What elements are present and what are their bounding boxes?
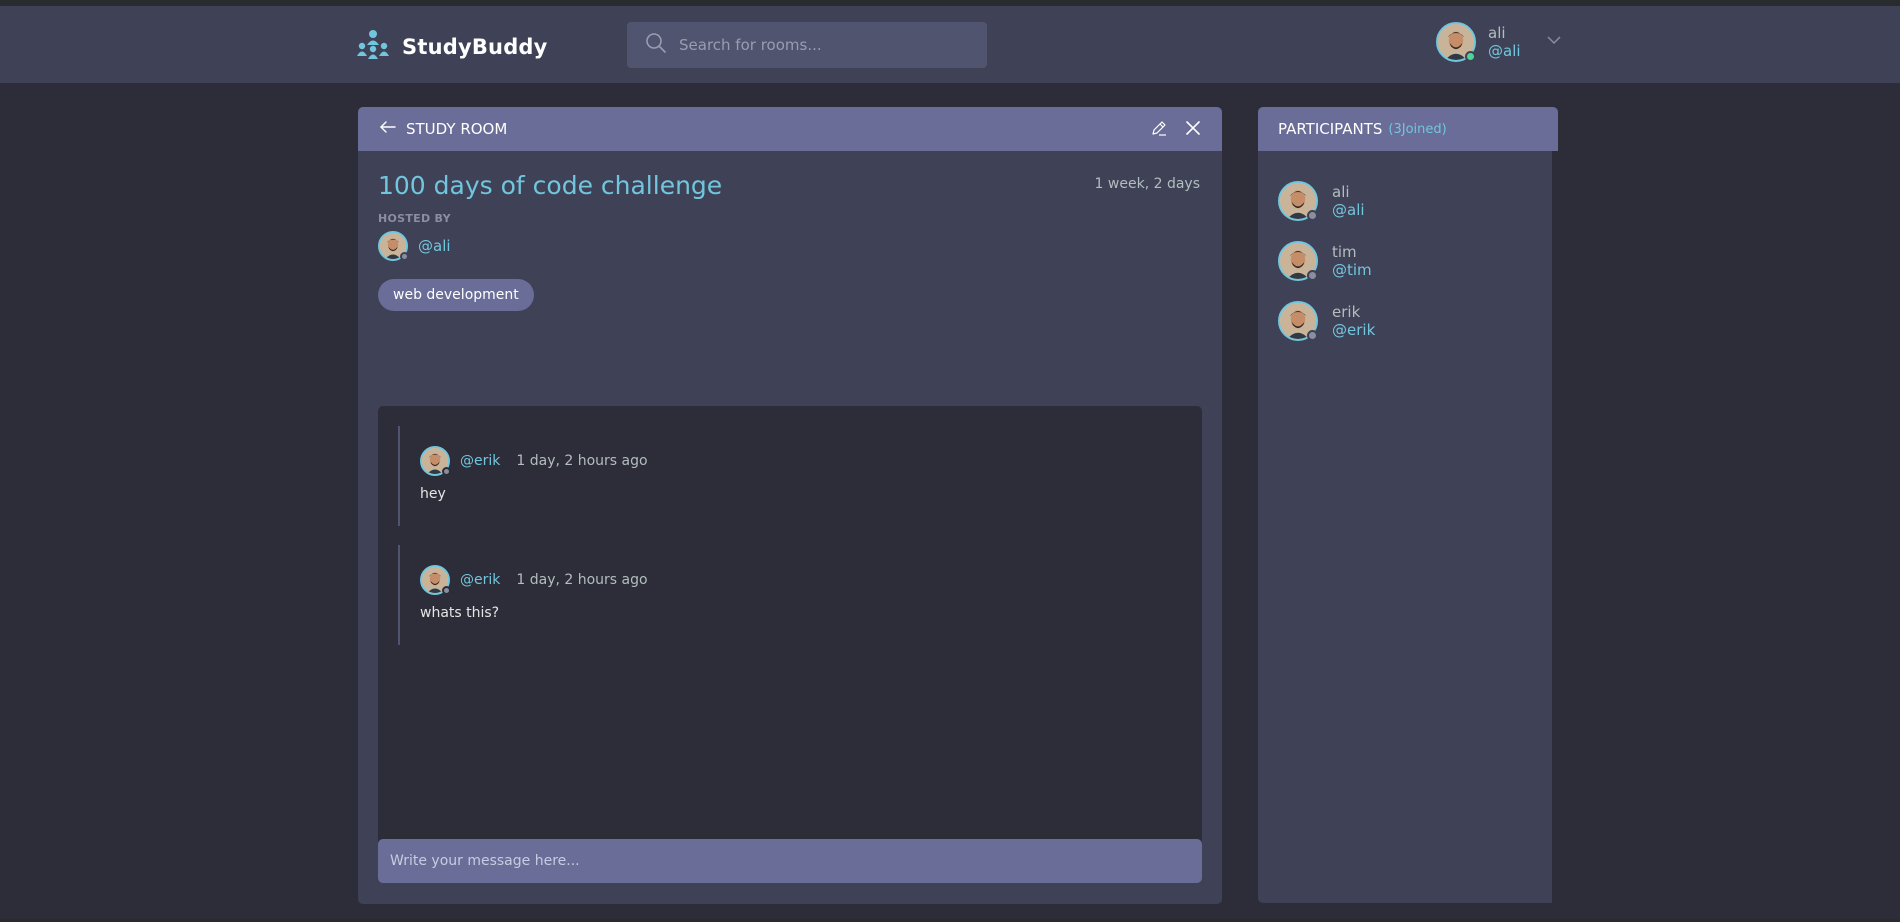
message-author-avatar[interactable] [420,565,451,595]
search-input[interactable] [679,36,959,54]
participant-item[interactable]: ali @ali [1258,171,1558,231]
host-handle[interactable]: @ali [418,237,451,255]
online-status-dot [1465,51,1476,62]
user-name: ali [1488,24,1506,42]
offline-status-dot [1307,330,1318,341]
app-name: StudyBuddy [402,35,548,59]
host-info[interactable]: @ali [378,231,1202,261]
message-author-avatar[interactable] [420,446,451,476]
room-title: 100 days of code challenge [378,171,723,200]
close-icon[interactable] [1168,119,1202,141]
user-menu[interactable]: ali @ali [1436,22,1563,62]
search-icon [627,32,667,58]
participant-item[interactable]: erik @erik [1258,291,1558,351]
participant-handle[interactable]: @ali [1332,201,1365,219]
edit-icon[interactable] [1134,119,1168,141]
participant-avatar[interactable] [1278,181,1318,221]
message-thread: @erik 1 day, 2 hours ago whats this? [398,545,1178,645]
participants-count: (3Joined) [1388,121,1447,137]
participants-scrollbar[interactable] [1552,151,1558,903]
room-panel: STUDY ROOM 100 days of code challenge 1 … [358,107,1222,904]
app-logo[interactable]: StudyBuddy [356,28,548,66]
room-created-time: 1 week, 2 days [1094,176,1200,192]
message-author-handle[interactable]: @erik [460,572,500,588]
user-handle: @ali [1488,42,1521,60]
room-header-title: STUDY ROOM [406,120,508,138]
offline-status-dot [1307,270,1318,281]
participants-panel: PARTICIPANTS (3Joined) ali @ali tim @tim… [1258,107,1558,903]
participant-name: ali [1332,183,1350,201]
participant-handle[interactable]: @erik [1332,321,1375,339]
message-thread: @erik 1 day, 2 hours ago hey [398,426,1178,526]
top-navbar: StudyBuddy ali @al [0,6,1900,83]
message-body: whats this? [420,605,500,621]
participants-title: PARTICIPANTS [1278,120,1383,138]
participant-item[interactable]: tim @tim [1258,231,1558,291]
message-author-handle[interactable]: @erik [460,453,500,469]
back-arrow-icon[interactable] [378,117,398,141]
message-composer [378,839,1202,883]
offline-status-dot [400,252,409,261]
offline-status-dot [442,586,451,595]
user-avatar[interactable] [1436,22,1476,62]
room-header: STUDY ROOM [358,107,1222,151]
participant-avatar[interactable] [1278,241,1318,281]
participant-name: tim [1332,243,1357,261]
search-bar [627,22,987,68]
offline-status-dot [1307,210,1318,221]
host-avatar[interactable] [378,231,409,261]
participant-handle[interactable]: @tim [1332,261,1372,279]
message-time: 1 day, 2 hours ago [516,572,648,588]
participants-list: ali @ali tim @tim erik @erik [1258,151,1558,351]
participant-avatar[interactable] [1278,301,1318,341]
logo-icon [356,28,390,66]
conversation-area: @erik 1 day, 2 hours ago hey @erik 1 day… [378,406,1202,882]
hosted-by-label: HOSTED BY [378,212,451,225]
message-body: hey [420,486,446,502]
message-time: 1 day, 2 hours ago [516,453,648,469]
message-input[interactable] [390,853,1170,869]
topic-tag[interactable]: web development [378,279,534,311]
participant-name: erik [1332,303,1361,321]
offline-status-dot [442,467,451,476]
chevron-down-icon[interactable] [1521,31,1563,53]
participants-header: PARTICIPANTS (3Joined) [1258,107,1558,151]
